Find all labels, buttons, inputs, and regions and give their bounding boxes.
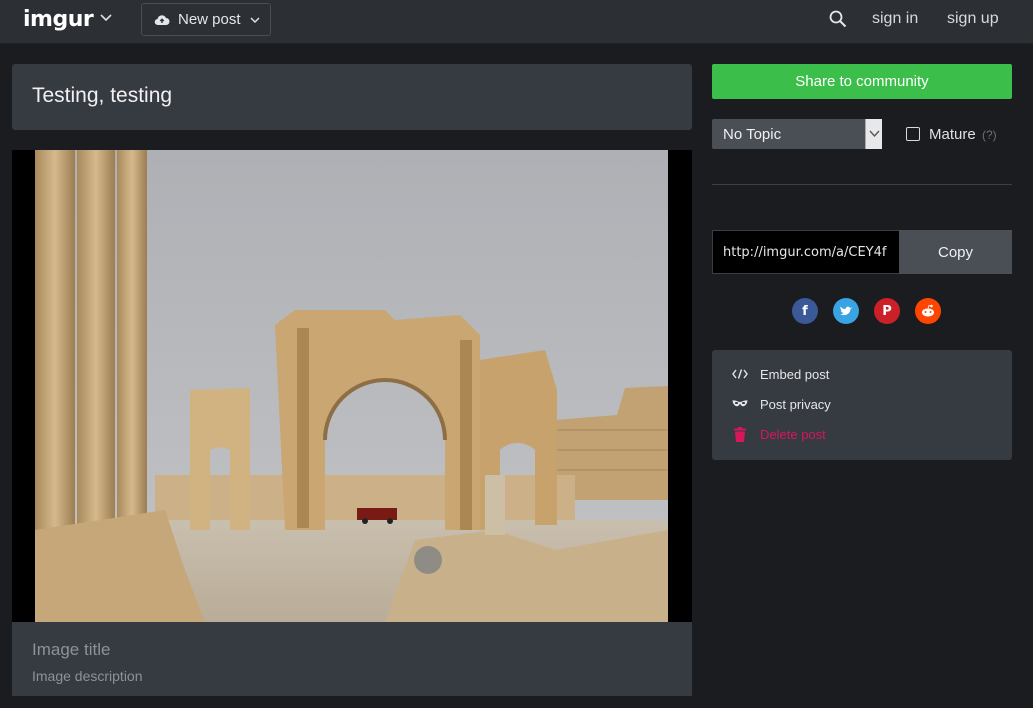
topic-select[interactable]: No Topic xyxy=(712,119,882,149)
pinterest-share-icon[interactable]: P xyxy=(874,298,900,324)
chevron-down-icon[interactable] xyxy=(100,13,112,23)
mature-help-link[interactable]: (?) xyxy=(982,128,997,142)
embed-post-label: Embed post xyxy=(760,366,830,382)
delete-post-action[interactable]: Delete post xyxy=(732,424,826,444)
search-icon[interactable] xyxy=(829,10,847,28)
sign-in-link[interactable]: sign in xyxy=(872,10,918,28)
image-meta-box: Image title Image description xyxy=(12,622,692,696)
share-to-community-button[interactable]: Share to community xyxy=(712,64,1012,99)
cloud-upload-icon xyxy=(154,14,170,25)
reddit-share-icon[interactable] xyxy=(915,298,941,324)
post-title-box[interactable]: Testing, testing xyxy=(12,64,692,130)
topic-selected-value: No Topic xyxy=(723,126,782,143)
ruins-photo xyxy=(35,150,668,622)
image-title-input[interactable]: Image title xyxy=(32,640,110,660)
mature-label: Mature xyxy=(929,126,976,143)
trash-icon xyxy=(732,426,748,442)
post-privacy-label: Post privacy xyxy=(760,396,831,412)
chevron-down-icon xyxy=(869,130,880,138)
select-arrow[interactable] xyxy=(865,119,882,149)
copy-button[interactable]: Copy xyxy=(899,230,1012,274)
post-actions-box: Embed post Post privacy Delete post xyxy=(712,350,1012,460)
new-post-label: New post xyxy=(178,11,241,28)
top-navigation-bar: imgur New post sign in sign up xyxy=(0,0,1033,44)
embed-post-action[interactable]: Embed post xyxy=(732,364,829,384)
divider xyxy=(712,184,1012,185)
sign-up-link[interactable]: sign up xyxy=(947,10,999,28)
image-frame xyxy=(12,150,692,622)
delete-post-label: Delete post xyxy=(760,426,826,442)
image-description-input[interactable]: Image description xyxy=(32,668,143,684)
mature-checkbox[interactable] xyxy=(906,127,920,141)
post-image xyxy=(35,150,668,622)
chevron-down-icon xyxy=(250,16,260,23)
mask-icon xyxy=(732,397,748,411)
facebook-share-icon[interactable]: f xyxy=(792,298,818,324)
new-post-button[interactable]: New post xyxy=(141,3,271,36)
imgur-logo[interactable]: imgur xyxy=(23,7,94,32)
twitter-share-icon[interactable] xyxy=(833,298,859,324)
code-icon xyxy=(732,367,748,381)
post-title[interactable]: Testing, testing xyxy=(32,84,172,108)
post-privacy-action[interactable]: Post privacy xyxy=(732,394,831,414)
share-link-field[interactable]: http://imgur.com/a/CEY4f xyxy=(712,230,900,274)
